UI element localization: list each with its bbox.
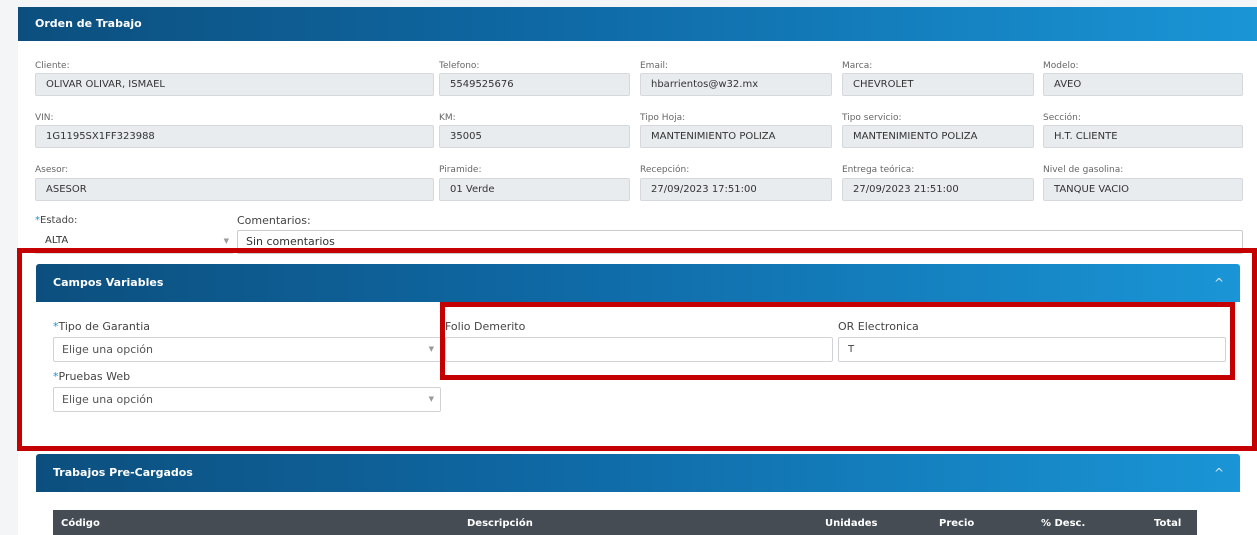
recepcion-label: Recepción: (640, 165, 690, 175)
telefono-field: 5549525676 (439, 73, 630, 96)
email-label: Email: (640, 61, 669, 71)
trabajos-table-header: Código Descripción Unidades Precio % Des… (53, 510, 1197, 535)
gasolina-field: TANQUE VACIO (1043, 178, 1243, 201)
entrega-field: 27/09/2023 21:51:00 (842, 178, 1034, 201)
column-header-descuento: % Desc. (1041, 518, 1086, 529)
comentarios-label: Comentarios: (237, 214, 311, 227)
pruebas-web-label-text: Pruebas Web (58, 370, 131, 383)
modelo-label: Modelo: (1043, 61, 1079, 71)
caret-down-icon: ▼ (428, 395, 434, 403)
modelo-field: AVEO (1043, 73, 1243, 96)
campos-variables-title: Campos Variables (53, 276, 164, 289)
comentarios-input[interactable]: Sin comentarios (237, 230, 1243, 254)
tipo-garantia-label: *Tipo de Garantia (53, 320, 150, 333)
chevron-up-icon[interactable]: ^ (1214, 264, 1224, 302)
asesor-label: Asesor: (35, 165, 69, 175)
km-field: 35005 (439, 125, 630, 148)
tipo-garantia-select[interactable]: Elige una opción ▼ (53, 337, 441, 362)
column-header-total: Total (1154, 518, 1182, 529)
estado-label: *Estado: (35, 215, 77, 226)
card-title: Orden de Trabajo (18, 7, 1257, 41)
asesor-field: ASESOR (35, 178, 434, 201)
marca-field: CHEVROLET (842, 73, 1034, 96)
cliente-field: OLIVAR OLIVAR, ISMAEL (35, 73, 434, 96)
trabajos-precargados-header[interactable]: Trabajos Pre-Cargados ^ (36, 454, 1240, 492)
column-header-codigo: Código (61, 518, 100, 529)
pruebas-web-select[interactable]: Elige una opción ▼ (53, 387, 441, 412)
or-electronica-label: OR Electronica (838, 320, 919, 333)
folio-demerito-label: Folio Demerito (445, 320, 526, 333)
trabajos-precargados-title: Trabajos Pre-Cargados (53, 466, 193, 479)
seccion-field: H.T. CLIENTE (1043, 125, 1243, 148)
gasolina-label: Nivel de gasolina: (1043, 165, 1124, 175)
column-header-unidades: Unidades (825, 518, 878, 529)
campos-variables-header[interactable]: Campos Variables ^ (36, 264, 1240, 302)
caret-down-icon: ▼ (223, 237, 229, 245)
km-label: KM: (439, 113, 456, 123)
piramide-label: Piramide: (439, 165, 482, 175)
recepcion-field: 27/09/2023 17:51:00 (640, 178, 832, 201)
caret-down-icon: ▼ (428, 345, 434, 353)
or-electronica-input[interactable]: T (838, 337, 1226, 362)
estado-label-text: Estado: (40, 215, 78, 226)
estado-value: ALTA (45, 235, 69, 246)
entrega-label: Entrega teórica: (842, 165, 915, 175)
tipo-garantia-label-text: Tipo de Garantia (58, 320, 151, 333)
column-header-descripcion: Descripción (467, 518, 533, 529)
telefono-label: Telefono: (439, 61, 480, 71)
tipo-garantia-placeholder: Elige una opción (62, 343, 154, 356)
tipo-hoja-field: MANTENIMIENTO POLIZA (640, 125, 832, 148)
marca-label: Marca: (842, 61, 873, 71)
tipo-servicio-field: MANTENIMIENTO POLIZA (842, 125, 1034, 148)
vin-field: 1G1195SX1FF323988 (35, 125, 434, 148)
estado-select[interactable]: ALTA ▼ (35, 231, 233, 254)
column-header-precio: Precio (939, 518, 975, 529)
cliente-label: Cliente: (35, 61, 70, 71)
tipo-hoja-label: Tipo Hoja: (640, 113, 686, 123)
pruebas-web-label: *Pruebas Web (53, 370, 130, 383)
tipo-servicio-label: Tipo servicio: (842, 113, 902, 123)
email-field: hbarrientos@w32.mx (640, 73, 832, 96)
vin-label: VIN: (35, 113, 54, 123)
seccion-label: Sección: (1043, 113, 1081, 123)
pruebas-web-placeholder: Elige una opción (62, 393, 154, 406)
folio-demerito-input[interactable] (445, 337, 833, 362)
piramide-field: 01 Verde (439, 178, 630, 201)
chevron-up-icon[interactable]: ^ (1214, 454, 1224, 492)
